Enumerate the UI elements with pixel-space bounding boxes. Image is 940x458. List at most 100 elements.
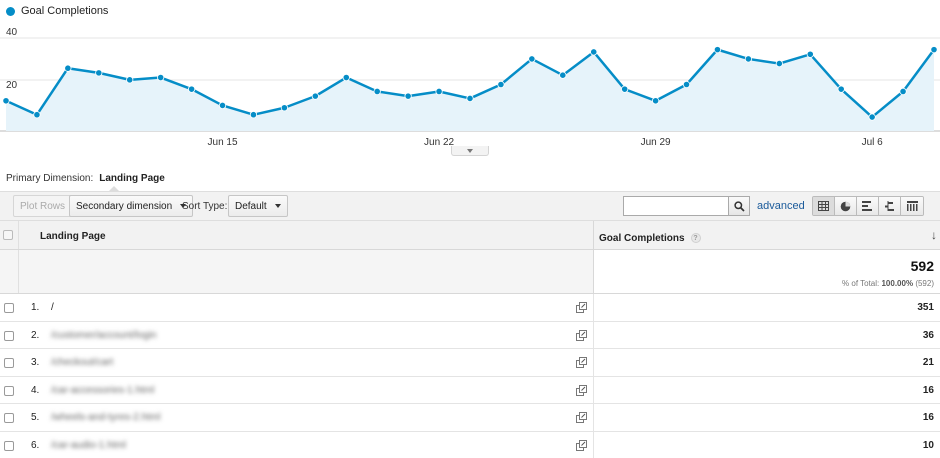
total-percent-total: (592) <box>915 279 934 288</box>
data-point[interactable] <box>404 92 412 100</box>
secondary-dimension-label: Secondary dimension <box>76 200 173 212</box>
data-point[interactable] <box>466 94 474 103</box>
data-point[interactable] <box>806 50 814 58</box>
landing-page-link[interactable]: /customer/account/login <box>51 330 157 341</box>
row-checkbox[interactable] <box>4 358 14 368</box>
column-header-metric-label: Goal Completions? <box>599 233 701 244</box>
table-row[interactable]: 1. / 351 <box>0 294 940 322</box>
secondary-dimension-dropdown[interactable]: Secondary dimension <box>69 195 194 217</box>
table-header: Landing Page Goal Completions? ↓ <box>0 221 940 250</box>
column-header-goal-completions[interactable]: Goal Completions? ↓ <box>593 221 940 249</box>
table-search-input[interactable] <box>623 196 729 216</box>
chart-collapse-handle[interactable] <box>451 146 489 156</box>
row-index: 4. <box>31 384 40 396</box>
data-table: Landing Page Goal Completions? ↓ 592 % o… <box>0 221 940 458</box>
bar-view-icon <box>862 201 872 211</box>
data-point[interactable] <box>249 111 258 119</box>
data-point[interactable] <box>126 76 134 84</box>
data-point[interactable] <box>930 46 938 54</box>
open-page-icon[interactable] <box>576 384 587 396</box>
column-header-landing-page[interactable]: Landing Page <box>40 231 106 242</box>
row-checkbox[interactable] <box>4 413 14 423</box>
landing-page-link[interactable]: /car-accessories-1.html <box>51 385 154 396</box>
data-point[interactable] <box>342 73 350 82</box>
row-index: 3. <box>31 357 40 368</box>
open-page-icon[interactable] <box>576 329 587 341</box>
row-checkbox[interactable] <box>4 303 14 313</box>
data-point[interactable] <box>33 111 41 119</box>
landing-page-link[interactable]: /wheels-and-tyres-2.html <box>51 412 160 423</box>
data-point[interactable] <box>2 97 10 105</box>
table-row[interactable]: 5. /wheels-and-tyres-2.html 16 <box>0 404 940 432</box>
data-point[interactable] <box>280 104 288 112</box>
data-point[interactable] <box>218 101 227 110</box>
goal-completions-value: 351 <box>917 302 934 313</box>
x-tick-label: Jun 22 <box>424 137 454 148</box>
chevron-down-icon <box>467 148 473 153</box>
select-all-checkbox[interactable] <box>3 230 13 240</box>
sort-type-dropdown[interactable]: Default <box>228 195 288 217</box>
data-point[interactable] <box>95 69 103 77</box>
data-point[interactable] <box>621 85 629 93</box>
landing-page-link[interactable]: /car-audio-1.html <box>51 440 126 451</box>
row-index: 2. <box>31 329 40 341</box>
data-point[interactable] <box>157 73 165 82</box>
data-point[interactable] <box>837 85 845 93</box>
data-point[interactable] <box>899 87 907 96</box>
table-row[interactable]: 2. /customer/account/login 36 <box>0 321 940 349</box>
sort-type-label: Sort Type: <box>182 201 228 212</box>
primary-dimension-value[interactable]: Landing Page <box>99 173 165 184</box>
open-page-icon[interactable] <box>576 412 587 423</box>
data-point[interactable] <box>651 97 660 105</box>
x-tick-layer: Jun 15 Jun 22 Jun 29 Jul 6 <box>208 137 884 148</box>
row-checkbox[interactable] <box>4 385 14 396</box>
data-point[interactable] <box>744 55 753 63</box>
table-view-button[interactable] <box>813 197 835 215</box>
row-index: 5. <box>31 412 40 423</box>
data-point[interactable] <box>435 87 443 96</box>
open-page-icon[interactable] <box>576 357 587 368</box>
pie-view-button[interactable] <box>835 197 857 215</box>
landing-page-link[interactable]: / <box>51 302 54 313</box>
metric-cell: 351 <box>593 294 940 321</box>
plot-rows-button[interactable]: Plot Rows <box>13 195 73 217</box>
bar-view-button[interactable] <box>857 197 879 215</box>
data-point[interactable] <box>373 87 381 96</box>
data-point[interactable] <box>64 64 72 72</box>
total-percent: % of Total: 100.00% (592) <box>842 279 934 288</box>
metric-cell: 16 <box>593 376 940 403</box>
comparison-view-icon <box>885 201 894 211</box>
data-point[interactable] <box>528 55 536 63</box>
metric-cell: 36 <box>593 321 940 348</box>
primary-dimension-bar: Primary Dimension: Landing Page <box>6 173 165 184</box>
table-row[interactable]: 3. /checkout/cart 21 <box>0 349 940 377</box>
data-point[interactable] <box>311 92 319 100</box>
open-page-icon[interactable] <box>576 302 587 313</box>
table-row[interactable]: 4. /car-accessories-1.html 16 <box>0 376 940 404</box>
pivot-view-button[interactable] <box>901 197 923 215</box>
help-icon[interactable]: ? <box>690 233 701 244</box>
data-point[interactable] <box>188 85 196 93</box>
data-point[interactable] <box>868 113 876 121</box>
data-point[interactable] <box>590 48 598 56</box>
data-point[interactable] <box>559 71 567 79</box>
advanced-filter-link[interactable]: advanced <box>757 200 805 212</box>
total-percent-value: 100.00% <box>881 279 914 288</box>
sort-descending-icon[interactable]: ↓ <box>931 228 937 242</box>
x-tick-label: Jul 6 <box>862 137 884 148</box>
totals-check-cell <box>0 250 19 293</box>
row-checkbox[interactable] <box>4 440 14 451</box>
data-point[interactable] <box>682 80 691 89</box>
legend-label: Goal Completions <box>21 5 109 17</box>
metric-cell: 16 <box>593 404 940 431</box>
data-point[interactable] <box>775 59 783 68</box>
comparison-view-button[interactable] <box>879 197 901 215</box>
data-point[interactable] <box>497 80 505 89</box>
data-point[interactable] <box>713 46 722 54</box>
search-button[interactable] <box>728 196 750 216</box>
table-row[interactable]: 6. /car-audio-1.html 10 <box>0 431 940 458</box>
open-page-icon[interactable] <box>576 439 587 451</box>
landing-page-link[interactable]: /checkout/cart <box>51 357 113 368</box>
row-checkbox[interactable] <box>4 330 14 341</box>
chart-legend[interactable]: Goal Completions <box>6 5 108 17</box>
